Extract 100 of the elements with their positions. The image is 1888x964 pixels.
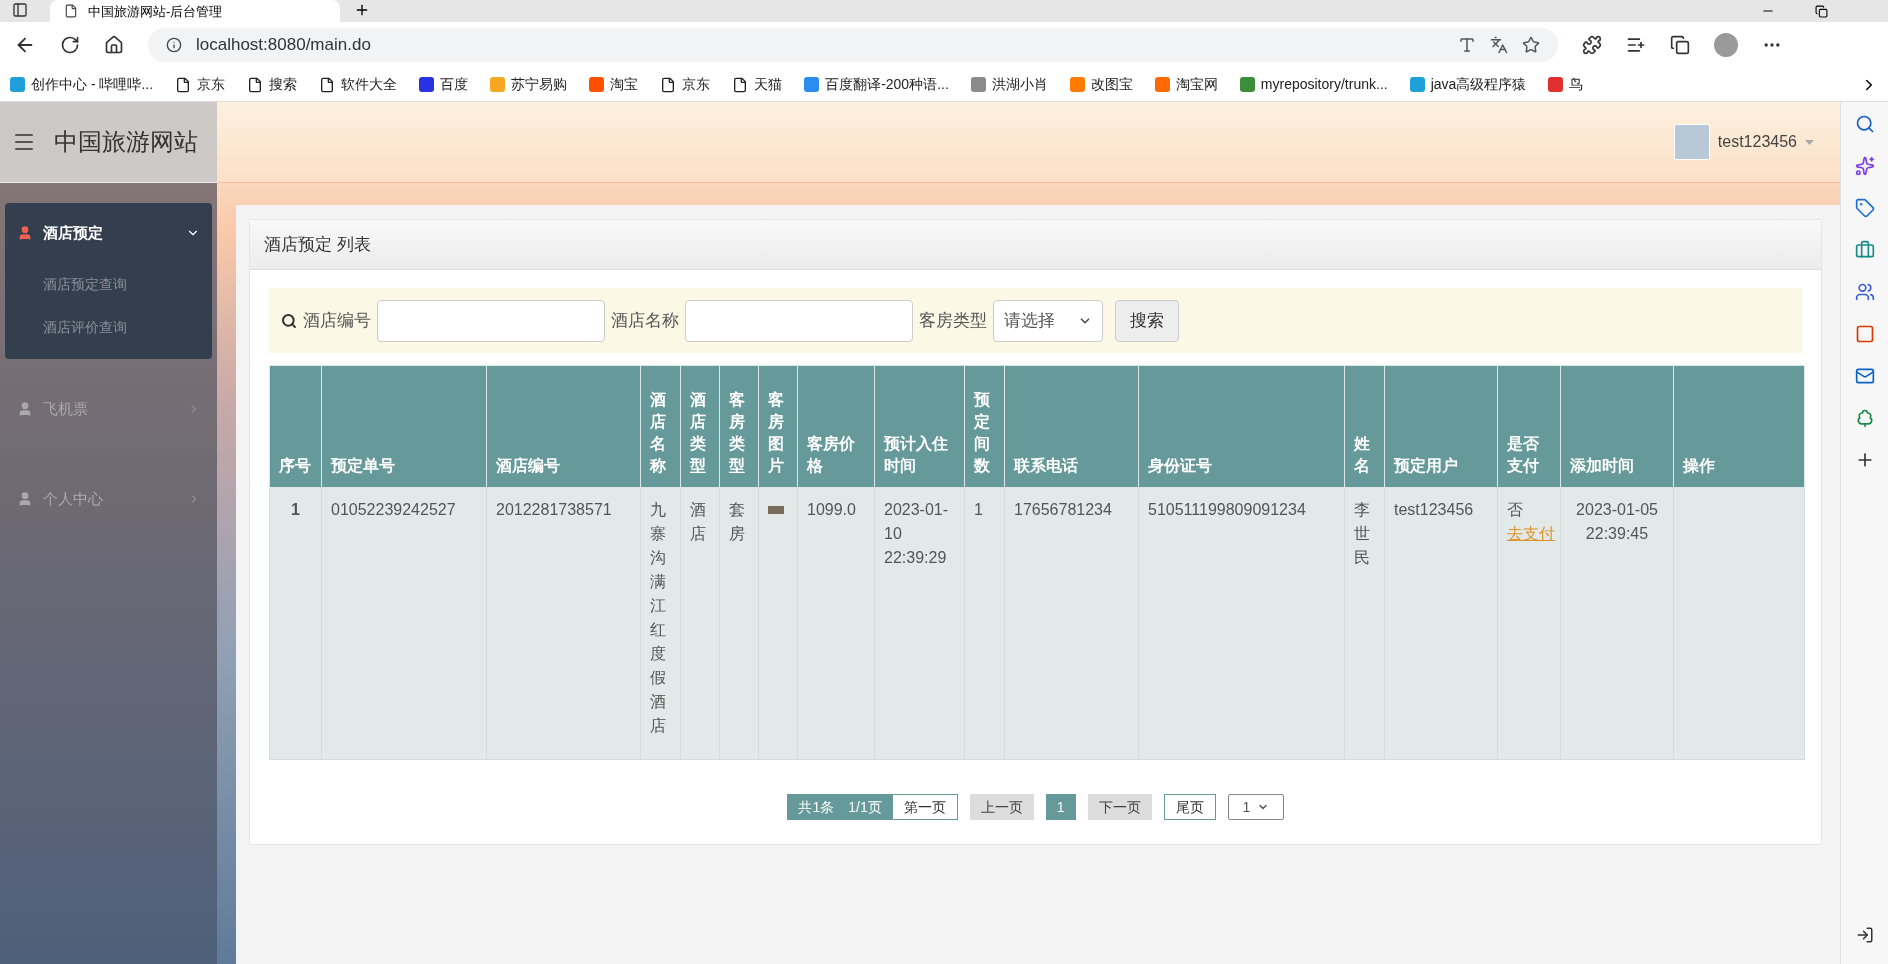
bookmark[interactable]: 苏宁易购 — [490, 74, 568, 95]
bookmark[interactable]: 京东 — [175, 74, 226, 95]
table-cell: 2012281738571 — [496, 501, 612, 518]
new-tab-icon[interactable] — [354, 2, 370, 18]
bookmark[interactable]: java高级程序猿 — [1409, 74, 1527, 95]
column-header: 预定间数 — [964, 365, 1005, 488]
field-label: 酒店编号 — [303, 309, 371, 332]
bookmark[interactable]: 天猫 — [732, 74, 783, 95]
user-icon — [17, 491, 33, 507]
table-cell: 1 — [291, 501, 300, 518]
bookmark[interactable]: 淘宝 — [589, 74, 639, 95]
bookmark[interactable]: 鸟 — [1548, 74, 1584, 95]
field-label: 客房类型 — [919, 309, 987, 332]
page-summary: 共1条 — [787, 794, 842, 820]
user-menu[interactable]: test123456 — [1717, 130, 1797, 154]
page-icon — [175, 76, 192, 93]
bookmark[interactable]: myrepository/trunk... — [1239, 74, 1388, 95]
bookmark[interactable]: 软件大全 — [319, 74, 398, 95]
site-title: 中国旅游网站 — [54, 127, 198, 157]
tag-icon[interactable] — [1854, 198, 1875, 218]
column-header: 客房价格 — [797, 365, 875, 488]
table-cell: 酒店 — [690, 501, 706, 542]
input-field[interactable] — [685, 299, 913, 342]
column-header: 操作 — [1673, 365, 1805, 488]
page-button[interactable]: 尾页 — [1163, 794, 1216, 820]
search-icon — [281, 312, 297, 329]
page-select[interactable]: 1 — [1227, 794, 1284, 820]
column-header: 身份证号 — [1138, 365, 1345, 488]
briefcase-icon[interactable] — [1854, 240, 1875, 260]
column-header: 酒店名称 — [640, 365, 681, 488]
bookmark[interactable]: 洪湖小肖 — [970, 74, 1048, 95]
field-label: 酒店名称 — [611, 309, 679, 332]
table-cell: 2023-01-10 22:39:29 — [884, 501, 949, 566]
search-icon[interactable] — [1854, 114, 1875, 134]
column-header: 序号 — [269, 365, 322, 488]
user-icon — [17, 225, 33, 241]
table-cell: 李世民 — [1354, 501, 1370, 566]
restore-icon[interactable] — [1815, 5, 1828, 18]
table-cell: 510511199809091234 — [1148, 501, 1306, 518]
column-header: 预定用户 — [1384, 365, 1498, 488]
home-icon[interactable] — [104, 35, 124, 55]
page-button[interactable]: 下一页 — [1087, 794, 1152, 820]
page-icon — [319, 76, 336, 93]
column-header: 酒店类型 — [680, 365, 720, 488]
bookmark[interactable]: 京东 — [660, 74, 711, 95]
read-aloud-icon[interactable] — [1458, 36, 1476, 54]
table-cell: 1 — [974, 501, 983, 518]
table-cell: 01052239242527 — [331, 501, 456, 518]
photo-placeholder — [768, 506, 784, 514]
column-header: 客房类型 — [719, 365, 759, 488]
panel-title: 酒店预定 列表 — [264, 233, 371, 256]
table-cell: test123456 — [1394, 501, 1474, 518]
tree-icon[interactable] — [1854, 408, 1875, 428]
bookmark[interactable]: 百度 — [419, 74, 469, 95]
search-button[interactable]: 搜索 — [1115, 299, 1179, 342]
column-header: 姓名 — [1344, 365, 1385, 488]
bookmark[interactable]: 搜索 — [247, 74, 298, 95]
mail-icon[interactable] — [1854, 366, 1875, 386]
table-cell: 九寨沟满江红度假酒店 — [650, 501, 666, 734]
column-header: 预定单号 — [321, 365, 487, 488]
column-header: 客房图片 — [758, 365, 798, 488]
reload-icon[interactable] — [60, 35, 80, 55]
collections-icon[interactable] — [1670, 35, 1690, 55]
bookmark[interactable]: 改图宝 — [1069, 74, 1133, 95]
column-header: 联系电话 — [1004, 365, 1139, 488]
profile-avatar[interactable] — [1714, 33, 1738, 57]
translate-icon[interactable] — [1490, 36, 1508, 54]
input-field[interactable] — [377, 299, 605, 342]
column-header: 预计入住时间 — [874, 365, 965, 488]
menu-item[interactable]: 酒店预定 — [5, 203, 212, 263]
table-cell: 套房 — [729, 501, 745, 542]
bookmark[interactable]: 创作中心 - 哔哩哔... — [10, 74, 154, 95]
page-button[interactable]: 上一页 — [969, 794, 1034, 820]
sparkle-icon[interactable] — [1854, 156, 1875, 176]
table-cell: 17656781234 — [1014, 501, 1112, 518]
page-icon — [660, 76, 677, 93]
column-header: 酒店编号 — [486, 365, 641, 488]
address-bar[interactable]: localhost:8080/main.do — [148, 28, 1558, 62]
favorites-icon[interactable] — [1626, 35, 1646, 55]
info-icon[interactable] — [166, 37, 182, 53]
page-icon — [732, 76, 749, 93]
column-header: 添加时间 — [1560, 365, 1674, 488]
bookmark[interactable]: 淘宝网 — [1154, 74, 1218, 95]
collapse-icon[interactable] — [1855, 926, 1874, 944]
column-header: 是否支付 — [1497, 365, 1561, 488]
user-icon — [17, 401, 33, 417]
bookmark[interactable]: 百度翻译-200种语... — [804, 74, 949, 95]
table-cell: 1099.0 — [807, 501, 856, 518]
extensions-icon[interactable] — [1582, 35, 1602, 55]
browser-tab[interactable]: 中国旅游网站-后台管理 — [50, 0, 340, 22]
page-button[interactable]: 第一页 — [891, 794, 958, 820]
table-cell: 否 — [1507, 501, 1523, 518]
page-icon — [247, 76, 264, 93]
dropdown[interactable]: 请选择 — [993, 299, 1103, 342]
sidebar-icon[interactable] — [12, 2, 28, 18]
page-icon — [64, 4, 78, 18]
favorite-icon[interactable] — [1522, 36, 1540, 54]
table-cell: 2023-01-05 22:39:45 — [1576, 501, 1658, 542]
page-summary: 1/1页 — [841, 794, 892, 820]
people-icon[interactable] — [1854, 282, 1875, 302]
